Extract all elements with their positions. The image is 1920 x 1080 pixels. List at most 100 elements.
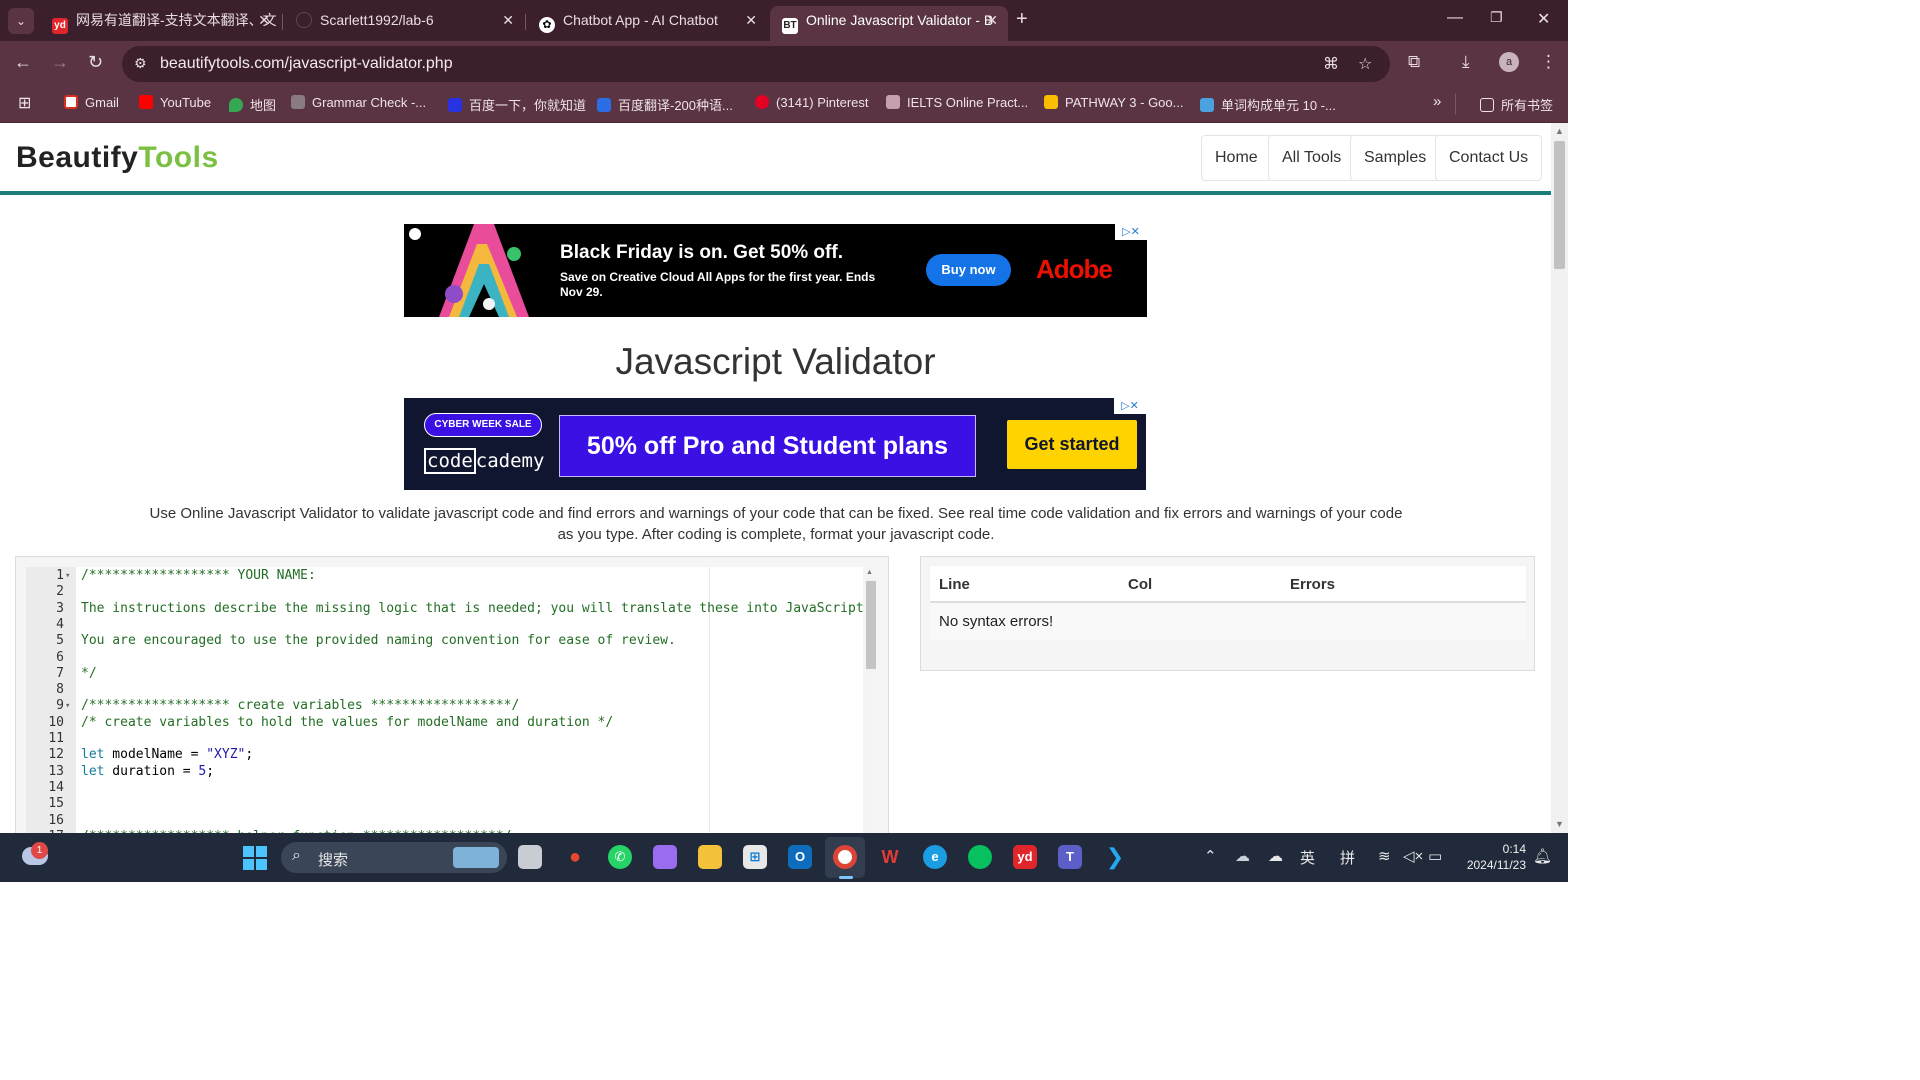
- code-editor[interactable]: 1 ▾/****************** YOUR NAME: 2 3 The in…: [26, 567, 877, 833]
- code-line[interactable]: 9 ▾ /****************** create variables *…: [26, 698, 877, 714]
- edge-icon[interactable]: e: [923, 845, 947, 869]
- tab-search-icon[interactable]: ⌄: [8, 8, 34, 34]
- tab-chatbot[interactable]: ✿ Chatbot App - AI Chatbot ✕: [527, 6, 767, 41]
- more-menu-icon[interactable]: ⋮: [1540, 52, 1557, 72]
- close-tab-icon[interactable]: ✕: [745, 6, 757, 35]
- fold-arrow-icon[interactable]: ▾: [65, 698, 70, 714]
- cloud-icon[interactable]: ☁: [1235, 847, 1250, 865]
- code-line[interactable]: 13 let duration = 5;: [26, 764, 877, 780]
- nav-all-tools[interactable]: All Tools: [1268, 135, 1356, 181]
- profile-avatar[interactable]: a: [1499, 52, 1519, 72]
- restore-icon[interactable]: ❐: [1490, 9, 1503, 26]
- wps-icon[interactable]: W: [878, 845, 902, 869]
- outlook-icon[interactable]: O: [788, 845, 812, 869]
- code-line[interactable]: 11: [26, 731, 877, 747]
- tab-youdao[interactable]: yd 网易有道翻译-支持文本翻译、文 ✕: [40, 6, 280, 41]
- code-line[interactable]: 10 /* create variables to hold the values…: [26, 715, 877, 731]
- code-line[interactable]: 8: [26, 682, 877, 698]
- windows-start-icon[interactable]: [243, 846, 267, 870]
- onedrive-icon[interactable]: ☁: [1268, 847, 1283, 865]
- buy-now-button[interactable]: Buy now: [926, 254, 1011, 286]
- file-explorer-icon[interactable]: [698, 845, 722, 869]
- minimize-icon[interactable]: —: [1447, 9, 1463, 27]
- tab-javascript-validator[interactable]: BT Online Javascript Validator - B ✕: [770, 6, 1008, 41]
- more-bookmarks-icon[interactable]: »: [1433, 93, 1441, 110]
- bookmark-ielts[interactable]: IELTS Online Pract...: [886, 95, 1028, 110]
- code-line[interactable]: 15: [26, 796, 877, 812]
- site-info-icon[interactable]: ⚙: [134, 55, 147, 72]
- battery-icon[interactable]: ▭: [1428, 847, 1442, 865]
- scroll-down-icon[interactable]: ▼: [1555, 819, 1564, 829]
- bookmark-youtube[interactable]: YouTube: [139, 95, 211, 110]
- codecademy-ad-banner[interactable]: CYBER WEEK SALE code cademy 50% off Pro a…: [404, 398, 1146, 490]
- nav-contact-us[interactable]: Contact Us: [1435, 135, 1543, 181]
- code-line[interactable]: 5 You are encouraged to use the provided …: [26, 633, 877, 649]
- code-line[interactable]: 16: [26, 813, 877, 829]
- nav-samples[interactable]: Samples: [1350, 135, 1441, 181]
- adobe-ad-banner[interactable]: Black Friday is on. Get 50% off. Save on…: [404, 224, 1147, 317]
- whatsapp-icon[interactable]: ✆: [608, 845, 632, 869]
- site-logo[interactable]: BeautifyTools: [16, 141, 219, 175]
- close-tab-icon[interactable]: ✕: [258, 6, 270, 35]
- bookmark-pathway[interactable]: PATHWAY 3 - Goo...: [1044, 95, 1183, 110]
- code-line[interactable]: 14: [26, 780, 877, 796]
- tab-github[interactable]: Scarlett1992/lab-6 ✕: [284, 6, 524, 41]
- maps-app-icon[interactable]: ●: [563, 845, 587, 869]
- bookmark-gmail[interactable]: Gmail: [64, 95, 119, 110]
- code-line[interactable]: 3 The instructions describe the missing l…: [26, 601, 877, 617]
- bookmark-pinterest[interactable]: (3141) Pinterest: [755, 95, 869, 110]
- system-clock[interactable]: 0:14 2024/11/23: [1456, 841, 1526, 873]
- page-scrollbar[interactable]: ▲ ▼: [1551, 123, 1568, 833]
- code-line[interactable]: 4: [26, 617, 877, 633]
- bookmark-baidu-translate[interactable]: 百度翻译-200种语...: [597, 95, 733, 114]
- all-bookmarks[interactable]: 所有书签: [1480, 95, 1553, 114]
- adchoices-icon[interactable]: ▷✕: [1114, 398, 1146, 414]
- close-tab-icon[interactable]: ✕: [502, 6, 514, 35]
- copilot-icon[interactable]: [653, 845, 677, 869]
- teams-icon[interactable]: T: [1058, 845, 1082, 869]
- adchoices-icon[interactable]: ▷✕: [1115, 224, 1147, 240]
- vscode-icon[interactable]: ❯: [1103, 845, 1127, 869]
- back-icon[interactable]: ←: [14, 52, 32, 73]
- apps-grid-icon[interactable]: ⊞: [18, 93, 31, 113]
- youdao-app-icon[interactable]: yd: [1013, 845, 1037, 869]
- close-tab-icon[interactable]: ✕: [986, 6, 998, 35]
- download-icon[interactable]: ⤓: [1462, 52, 1470, 72]
- bookmark-maps[interactable]: 地图: [229, 95, 276, 114]
- reload-icon[interactable]: ↻: [88, 52, 103, 73]
- bookmark-baidu[interactable]: 百度一下，你就知道: [448, 95, 586, 114]
- forward-icon[interactable]: →: [51, 52, 69, 73]
- get-started-button[interactable]: Get started: [1007, 420, 1137, 469]
- address-bar[interactable]: ⚙ beautifytools.com/javascript-validator…: [122, 46, 1390, 82]
- scroll-up-icon[interactable]: ▲: [1555, 126, 1564, 136]
- task-view-icon[interactable]: [518, 845, 542, 869]
- new-tab-icon[interactable]: +: [1016, 8, 1028, 31]
- code-line[interactable]: 6: [26, 650, 877, 666]
- chrome-icon[interactable]: [833, 845, 857, 869]
- code-line[interactable]: 7 */: [26, 666, 877, 682]
- wechat-icon[interactable]: [968, 845, 992, 869]
- ime-mode[interactable]: 拼: [1340, 847, 1355, 868]
- taskbar-search[interactable]: ⌕ 搜索: [281, 842, 507, 873]
- close-window-icon[interactable]: ✕: [1537, 9, 1550, 29]
- show-hidden-icons-icon[interactable]: ⌃: [1204, 847, 1217, 865]
- volume-muted-icon[interactable]: ◁×: [1403, 847, 1423, 865]
- page-scroll-thumb[interactable]: [1554, 141, 1565, 269]
- fold-arrow-icon[interactable]: ▾: [65, 568, 70, 584]
- bookmark-grammar[interactable]: Grammar Check -...: [291, 95, 426, 110]
- notification-bell-icon[interactable]: 🔔︎: [1533, 847, 1552, 865]
- bookmark-star-icon[interactable]: ☆: [1358, 54, 1372, 74]
- bookmark-word[interactable]: 单词构成单元 10 -...: [1200, 95, 1336, 114]
- editor-scroll-thumb[interactable]: [866, 581, 876, 669]
- nav-home[interactable]: Home: [1201, 135, 1272, 181]
- scroll-up-icon[interactable]: ▲: [866, 569, 873, 576]
- microsoft-store-icon[interactable]: ⊞: [743, 845, 767, 869]
- code-line[interactable]: 2: [26, 584, 877, 600]
- translate-icon[interactable]: ⌘: [1323, 54, 1339, 74]
- code-line[interactable]: 12 let modelName = "XYZ";: [26, 747, 877, 763]
- url-text[interactable]: beautifytools.com/javascript-validator.p…: [160, 55, 453, 73]
- extensions-icon[interactable]: ⧉: [1408, 52, 1420, 72]
- editor-scrollbar[interactable]: ▲: [863, 567, 877, 833]
- wifi-icon[interactable]: ≋: [1378, 847, 1391, 865]
- ime-language[interactable]: 英: [1300, 847, 1315, 868]
